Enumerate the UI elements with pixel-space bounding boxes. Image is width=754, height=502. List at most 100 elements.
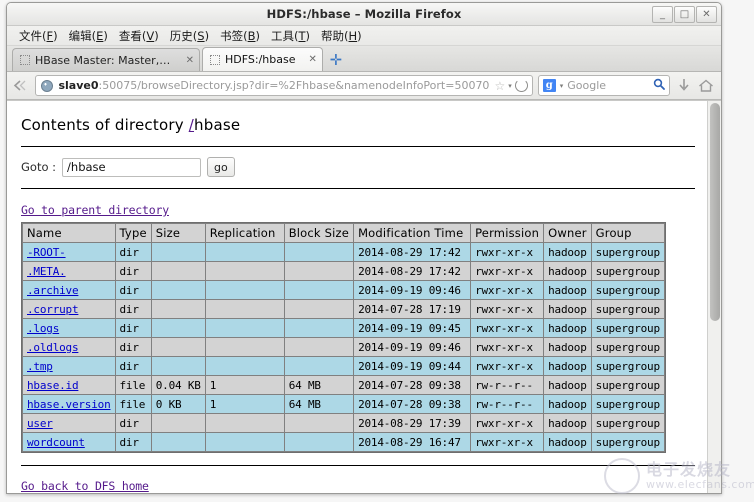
cell-permission: rwxr-xr-x [471, 262, 544, 280]
downloads-icon[interactable] [675, 76, 692, 96]
chevron-down-icon[interactable]: ▾ [508, 82, 512, 90]
cell-block-size [284, 414, 354, 432]
tab-close-icon[interactable]: ✕ [178, 55, 194, 66]
close-button[interactable]: ✕ [696, 6, 717, 23]
menu-item-1[interactable]: 文件(F) [14, 27, 63, 45]
table-row: -ROOT-dir 2014-08-29 17:42 rwxr-xr-x hadoo… [23, 243, 664, 261]
file-link[interactable]: .tmp [27, 360, 53, 373]
menu-item-5[interactable]: 书签(B) [215, 27, 265, 45]
cell-modified: 2014-08-29 16:47 [354, 433, 471, 451]
cell-owner: hadoop [544, 319, 591, 337]
file-link[interactable]: .logs [27, 322, 59, 335]
page-content: Contents of directory /hbase Goto : go G… [7, 101, 709, 493]
file-link[interactable]: .META. [27, 265, 66, 278]
file-link[interactable]: -ROOT- [27, 246, 66, 259]
tab-label: HBase Master: Master,60... [35, 53, 173, 67]
cell-modified: 2014-07-28 09:38 [354, 376, 471, 394]
cell-name: .oldlogs [23, 338, 115, 356]
file-link[interactable]: hbase.version [27, 398, 111, 411]
file-link[interactable]: .oldlogs [27, 341, 79, 354]
maximize-button[interactable]: □ [674, 6, 695, 23]
cell-group: supergroup [591, 262, 664, 280]
cell-size [151, 262, 205, 280]
cell-owner: hadoop [544, 300, 591, 318]
cell-type: file [115, 395, 151, 413]
menu-accelerator: F [46, 28, 54, 43]
cell-owner: hadoop [544, 433, 591, 451]
menu-item-4[interactable]: 历史(S) [165, 27, 214, 45]
directory-table-body: -ROOT-dir 2014-08-29 17:42 rwxr-xr-x hadoo… [23, 243, 664, 451]
file-link[interactable]: .corrupt [27, 303, 79, 316]
cell-permission: rwxr-xr-x [471, 338, 544, 356]
browser-tab-1[interactable]: HBase Master: Master,60... ✕ [12, 48, 200, 71]
table-row: .tmp dir 2014-09-19 09:44 rwxr-xr-x hadoop s… [23, 357, 664, 375]
cell-size [151, 338, 205, 356]
cell-group: supergroup [591, 300, 664, 318]
back-forward-icon[interactable] [13, 76, 30, 96]
scrollbar-thumb[interactable] [710, 103, 720, 321]
menu-item-3[interactable]: 查看(V) [114, 27, 164, 45]
cell-block-size [284, 433, 354, 451]
parent-directory-link[interactable]: Go to parent directory [21, 203, 169, 217]
cell-size [151, 414, 205, 432]
cell-type: dir [115, 262, 151, 280]
page-title: Contents of directory /hbase [21, 116, 695, 134]
column-header-modification-time: Modification Time [354, 224, 471, 242]
cell-type: file [115, 376, 151, 394]
cell-permission: rw-r--r-- [471, 395, 544, 413]
cell-owner: hadoop [544, 262, 591, 280]
search-icon[interactable] [653, 78, 665, 93]
cell-block-size [284, 243, 354, 261]
file-link[interactable]: .archive [27, 284, 79, 297]
search-engine-chevron-icon[interactable]: ▾ [560, 82, 564, 90]
vertical-scrollbar[interactable] [707, 101, 721, 493]
menu-item-7[interactable]: 帮助(H) [316, 27, 367, 45]
browser-tab-2[interactable]: HDFS:/hbase ✕ [202, 47, 323, 71]
go-button[interactable]: go [207, 157, 235, 177]
table-row: .META. dir 2014-08-29 17:42 rwxr-xr-x hadoo… [23, 262, 664, 280]
cell-type: dir [115, 433, 151, 451]
table-row: wordcount dir 2014-08-29 16:47 rwxr-xr-x ha… [23, 433, 664, 451]
directory-table-head: Name Type Size Replication Block Size Modific… [23, 224, 664, 242]
column-header-size: Size [151, 224, 205, 242]
tab-strip: HBase Master: Master,60... ✕ HDFS:/hbase ✕ ✛ [7, 46, 721, 72]
divider-top [21, 146, 695, 147]
file-link[interactable]: hbase.id [27, 379, 79, 392]
file-link[interactable]: user [27, 417, 53, 430]
address-bar[interactable]: slave0:50075/browseDirectory.jsp?dir=%2F… [35, 75, 533, 96]
file-link[interactable]: wordcount [27, 436, 85, 449]
table-row: hbase.version file 0 KB 1 64 MB 2014-07-28 09… [23, 395, 664, 413]
cell-modified: 2014-07-28 17:19 [354, 300, 471, 318]
tab-close-icon[interactable]: ✕ [300, 54, 316, 65]
search-bar[interactable]: g ▾ Google [537, 75, 671, 96]
dfs-home-link[interactable]: Go back to DFS home [21, 479, 149, 493]
search-input[interactable]: Google [567, 79, 649, 92]
cell-size [151, 281, 205, 299]
cell-group: supergroup [591, 243, 664, 261]
cell-replication [205, 414, 284, 432]
reload-icon[interactable] [514, 79, 528, 92]
menu-item-2[interactable]: 编辑(E) [64, 27, 113, 45]
cell-group: supergroup [591, 319, 664, 337]
divider-bottom [21, 465, 695, 466]
goto-form: Goto : go [21, 157, 695, 177]
cell-name: .logs [23, 319, 115, 337]
cell-modified: 2014-08-29 17:42 [354, 262, 471, 280]
menu-accelerator: V [146, 28, 155, 43]
bookmark-star-icon[interactable]: ☆ [494, 79, 505, 93]
menu-accelerator: S [197, 28, 205, 43]
table-row: .archive dir 2014-09-19 09:46 rwxr-xr-x had… [23, 281, 664, 299]
window-titlebar: HDFS:/hbase – Mozilla Firefox _ □ ✕ [7, 3, 721, 26]
cell-name: -ROOT- [23, 243, 115, 261]
cell-replication [205, 357, 284, 375]
cell-permission: rw-r--r-- [471, 376, 544, 394]
menu-item-6[interactable]: 工具(T) [266, 27, 315, 45]
cell-owner: hadoop [544, 357, 591, 375]
cell-name: .archive [23, 281, 115, 299]
cell-permission: rwxr-xr-x [471, 433, 544, 451]
new-tab-button[interactable]: ✛ [325, 49, 347, 70]
goto-input[interactable] [62, 157, 202, 177]
page-viewport: Contents of directory /hbase Goto : go G… [7, 100, 721, 493]
minimize-button[interactable]: _ [652, 6, 673, 23]
home-icon[interactable] [698, 76, 715, 96]
